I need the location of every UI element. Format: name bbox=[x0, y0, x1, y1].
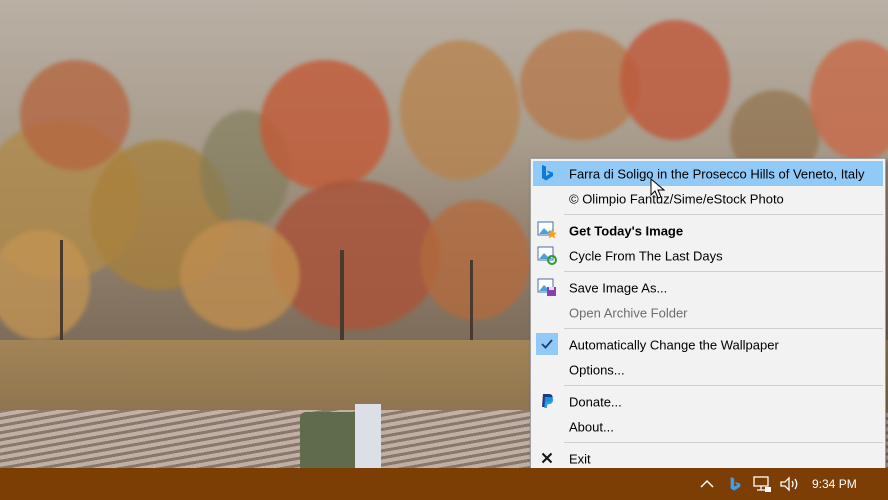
paypal-icon bbox=[537, 391, 557, 411]
volume-icon[interactable] bbox=[779, 474, 801, 494]
tree bbox=[20, 60, 130, 170]
menu-item-auto-change[interactable]: Automatically Change the Wallpaper bbox=[531, 332, 885, 357]
get-today-label: Get Today's Image bbox=[569, 223, 684, 238]
exit-label: Exit bbox=[569, 451, 591, 466]
menu-item-cycle[interactable]: Cycle From The Last Days bbox=[531, 243, 885, 268]
bing-tray-icon[interactable] bbox=[726, 474, 744, 494]
farm-building bbox=[300, 412, 360, 468]
menu-item-about[interactable]: About... bbox=[531, 414, 885, 439]
save-as-label: Save Image As... bbox=[569, 280, 668, 295]
menu-item-options[interactable]: Options... bbox=[531, 357, 885, 382]
menu-separator bbox=[564, 385, 883, 386]
cycle-label: Cycle From The Last Days bbox=[569, 248, 723, 263]
picture-save-icon bbox=[537, 277, 557, 297]
tree-trunk bbox=[470, 260, 473, 350]
donate-label: Donate... bbox=[569, 394, 622, 409]
bing-icon bbox=[537, 163, 557, 183]
tree bbox=[620, 20, 730, 140]
menu-separator bbox=[564, 214, 883, 215]
about-label: About... bbox=[569, 419, 614, 434]
menu-item-save-as[interactable]: Save Image As... bbox=[531, 275, 885, 300]
auto-change-label: Automatically Change the Wallpaper bbox=[569, 337, 779, 352]
image-title-label: Farra di Soligo in the Prosecco Hills of… bbox=[569, 166, 865, 181]
tree bbox=[180, 220, 300, 330]
options-label: Options... bbox=[569, 362, 625, 377]
show-hidden-icons-chevron-up-icon[interactable] bbox=[698, 474, 716, 494]
farm-building bbox=[355, 404, 381, 468]
close-icon bbox=[537, 448, 557, 468]
tree bbox=[810, 40, 888, 160]
menu-separator bbox=[564, 442, 883, 443]
picture-star-icon bbox=[537, 220, 557, 240]
menu-separator bbox=[564, 271, 883, 272]
network-icon[interactable] bbox=[752, 474, 772, 494]
menu-item-get-today[interactable]: Get Today's Image bbox=[531, 218, 885, 243]
menu-separator bbox=[564, 328, 883, 329]
tree bbox=[420, 200, 530, 320]
picture-refresh-icon bbox=[537, 245, 557, 265]
taskbar-clock[interactable]: 9:34 PM bbox=[812, 477, 857, 491]
taskbar: 9:34 PM bbox=[0, 468, 888, 500]
open-archive-label: Open Archive Folder bbox=[569, 305, 688, 320]
mouse-pointer bbox=[650, 177, 666, 200]
tree bbox=[400, 40, 520, 180]
menu-item-image-title[interactable]: Farra di Soligo in the Prosecco Hills of… bbox=[533, 161, 883, 186]
menu-item-copyright[interactable]: © Olimpio Fantuz/Sime/eStock Photo bbox=[531, 186, 885, 211]
tree bbox=[0, 230, 90, 340]
menu-item-open-archive[interactable]: Open Archive Folder bbox=[531, 300, 885, 325]
copyright-label: © Olimpio Fantuz/Sime/eStock Photo bbox=[569, 191, 784, 206]
context-menu: Farra di Soligo in the Prosecco Hills of… bbox=[530, 158, 886, 476]
tree bbox=[260, 60, 390, 190]
menu-item-donate[interactable]: Donate... bbox=[531, 389, 885, 414]
checkmark-icon bbox=[537, 334, 557, 354]
